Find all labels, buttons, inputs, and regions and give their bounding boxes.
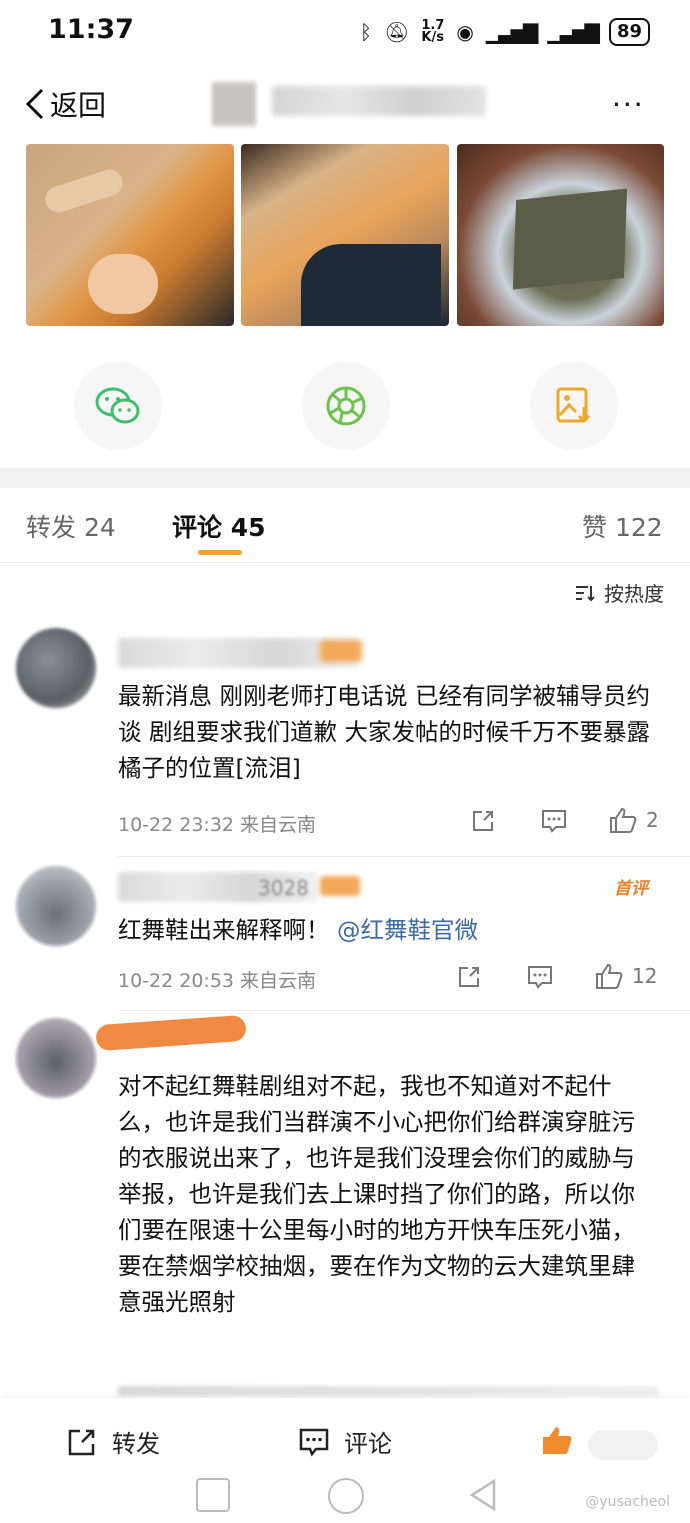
home-button[interactable] [328,1478,364,1514]
recent-apps-button[interactable] [196,1478,230,1512]
repost-icon [459,967,479,987]
comment-icon [299,1428,329,1456]
comment-text: 对不起红舞鞋剧组对不起，我也不知道对不起什么，也许是我们当群演不小心把你们给群演… [118,1072,635,1316]
like-button[interactable] [540,1424,574,1456]
tab-comments-label: 评论 [172,513,223,542]
watermark-logo [588,1430,658,1460]
tab-reposts-label: 转发 [26,513,77,542]
comment-text: 红舞鞋出来解释啊！ @红舞鞋官微 [118,912,668,948]
comment-reply-button[interactable] [540,808,568,834]
battery-indicator: 89 [608,18,650,46]
watermark-credit: @yusacheol [585,1494,670,1510]
commenter-avatar[interactable] [16,628,96,708]
comment-icon [542,810,566,833]
repost-icon [68,1429,95,1455]
tab-reposts-count: 24 [83,513,116,542]
tabs-divider [0,562,690,563]
signal-icon-2: ▁▃▅▇ [547,20,600,44]
comment-meta-partial [118,1386,658,1396]
moments-icon [326,386,366,426]
thumbs-up-icon [596,963,623,989]
mute-icon: 🔕︎ [384,20,410,44]
redaction-mark [95,1014,247,1052]
mention-link[interactable]: @红舞鞋官微 [337,916,478,944]
tab-reposts[interactable]: 转发 24 [26,508,116,544]
comment-label: 评论 [344,1430,392,1458]
comment-icon [528,966,552,989]
net-speed: 1.7 K/s [421,18,445,45]
post-photo-3[interactable] [457,144,664,326]
author-name[interactable] [272,86,486,116]
bluetooth-icon: ᛒ [360,20,372,44]
comment-reply-button[interactable] [526,964,554,990]
save-image-button[interactable] [530,362,618,450]
tab-comments-count: 45 [230,513,266,542]
save-image-icon [556,387,591,424]
tab-comments[interactable]: 评论 45 [172,508,266,544]
thumbs-up-icon [610,807,637,833]
comment-divider [118,1010,690,1011]
share-wechat-button[interactable] [74,362,162,450]
chevron-left-icon [25,88,44,120]
author-avatar[interactable] [212,82,256,126]
repost-icon [473,811,493,831]
commenter-name-suffix: 3028 [258,876,309,900]
triangle-back-icon [469,1478,496,1512]
tab-likes-label: 赞 [582,513,608,542]
hotspot-icon: ◉ [456,20,474,44]
system-back-button[interactable] [468,1478,498,1516]
commenter-avatar[interactable] [16,1018,96,1098]
status-time: 11:37 [48,14,134,45]
sort-icon [576,585,595,601]
like-count: 12 [632,964,658,988]
comment-repost-button[interactable] [470,808,496,834]
comment-meta: 10-22 20:53 来自云南 [118,970,317,992]
tab-likes[interactable]: 赞 122 [582,508,663,544]
back-button[interactable]: 返回 [24,84,106,124]
sort-label: 按热度 [604,582,664,606]
post-photo-1[interactable] [26,144,234,326]
sort-button[interactable]: 按热度 [574,578,664,607]
comment-repost-button[interactable] [456,964,482,990]
comment-text-body: 红舞鞋出来解释啊！ [118,916,330,944]
comment-divider [118,856,690,857]
section-divider [0,468,690,488]
back-label: 返回 [50,89,107,122]
comment-meta: 10-22 23:32 来自云南 [118,814,317,836]
thumbs-up-filled-icon [543,1427,572,1454]
user-badge [320,876,360,896]
user-badge [320,640,362,662]
active-tab-indicator [198,550,242,555]
more-menu-button[interactable]: ··· [612,88,645,121]
wechat-icon [95,387,140,424]
commenter-avatar[interactable] [16,866,96,946]
repost-label: 转发 [112,1430,160,1458]
post-photo-2[interactable] [241,144,449,326]
comment-button[interactable]: 评论 [298,1424,392,1459]
first-comment-badge: 首评 [614,879,648,899]
status-icons: ᛒ 🔕︎ 1.7 K/s ◉ ▁▃▅▇ ▁▃▅▇ 89 [360,18,650,46]
signal-icon: ▁▃▅▇ [485,20,539,44]
tab-likes-count: 122 [614,513,663,542]
comment-text: 最新消息 刚刚老师打电话说 已经有同学被辅导员约谈 剧组要求我们道歉 大家发帖的… [118,682,650,782]
repost-button[interactable]: 转发 [66,1424,160,1459]
comment-like-button[interactable]: 12 [594,962,657,990]
comment-like-button[interactable]: 2 [608,806,659,834]
status-bar: 11:37 ᛒ 🔕︎ 1.7 K/s ◉ ▁▃▅▇ ▁▃▅▇ 89 [0,0,690,70]
share-moments-button[interactable] [302,362,390,450]
like-count: 2 [646,808,659,832]
